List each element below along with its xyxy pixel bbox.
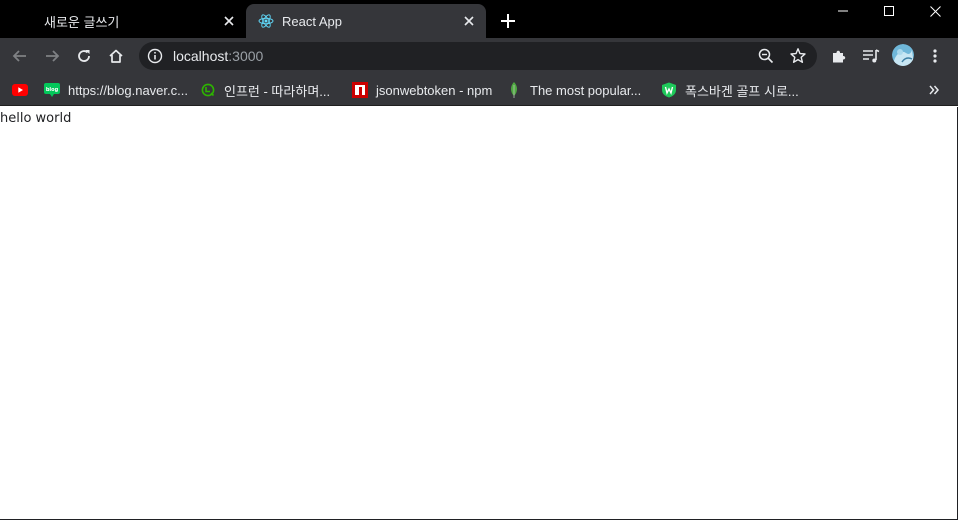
tab-new-post[interactable]: 새로운 글쓰기	[0, 4, 246, 38]
arrow-left-icon	[12, 50, 26, 62]
bookmark-star-icon[interactable]	[789, 47, 807, 65]
bookmark-label: https://blog.naver.c...	[68, 82, 188, 98]
youtube-icon	[12, 82, 28, 98]
tab-react-app[interactable]: React App	[246, 4, 486, 38]
bookmark-mongodb[interactable]: The most popular...	[506, 80, 641, 100]
naver-blog-icon: blog	[44, 82, 60, 98]
close-tab-icon[interactable]	[460, 12, 478, 30]
reload-button[interactable]	[70, 42, 98, 70]
close-tab-icon[interactable]	[220, 12, 238, 30]
forward-button[interactable]	[38, 42, 66, 70]
inflearn-icon	[200, 82, 216, 98]
bookmarks-overflow-button[interactable]	[924, 80, 944, 100]
reload-icon	[78, 50, 90, 62]
address-bar[interactable]: localhost:3000	[139, 42, 817, 70]
minimize-button[interactable]	[820, 0, 866, 22]
minimize-icon	[838, 10, 848, 12]
maximize-button[interactable]	[866, 0, 912, 22]
new-tab-button[interactable]	[498, 11, 518, 31]
info-icon[interactable]	[147, 48, 163, 64]
url-text[interactable]: localhost:3000	[173, 48, 263, 64]
more-vertical-icon	[933, 49, 937, 63]
zoom-icon[interactable]	[757, 47, 775, 65]
close-icon	[929, 5, 941, 17]
bookmark-youtube[interactable]	[12, 80, 28, 100]
shield-icon	[661, 82, 677, 98]
close-window-button[interactable]	[912, 0, 958, 22]
media-control-button[interactable]	[857, 42, 885, 70]
bookmark-label: jsonwebtoken - npm	[376, 82, 493, 98]
bookmark-label: 폭스바겐 골프 시로...	[685, 83, 799, 99]
url-port: :3000	[228, 48, 264, 64]
mongodb-leaf-icon	[506, 82, 522, 98]
bookmark-label: 인프런 - 따라하며...	[224, 83, 331, 99]
svg-text:blog: blog	[46, 87, 59, 93]
tab-title: 새로운 글쓰기	[44, 14, 120, 30]
plus-icon	[501, 14, 515, 28]
double-chevron-right-icon	[929, 85, 939, 95]
npm-icon	[352, 82, 368, 98]
bookmarks-bar: blog https://blog.naver.c... 인프런 - 따라하며.…	[0, 74, 958, 106]
playlist-music-icon	[863, 49, 880, 63]
react-icon	[258, 13, 274, 29]
bookmark-inflearn[interactable]: 인프런 - 따라하며...	[200, 80, 330, 100]
browser-toolbar: localhost:3000	[0, 38, 958, 74]
tab-title: React App	[282, 13, 342, 29]
maximize-icon	[884, 6, 894, 16]
bookmark-volkswagen-golf[interactable]: 폭스바겐 골프 시로...	[661, 80, 799, 100]
bookmark-label: The most popular...	[530, 82, 642, 98]
home-icon	[109, 49, 123, 63]
url-host: localhost	[173, 48, 229, 64]
page-body-text: hello world	[0, 111, 72, 126]
menu-button[interactable]	[921, 42, 949, 70]
arrow-right-icon	[46, 50, 60, 62]
profile-avatar[interactable]	[892, 44, 914, 66]
back-button[interactable]	[6, 42, 34, 70]
puzzle-icon	[833, 50, 846, 63]
bookmark-npm[interactable]: jsonwebtoken - npm	[352, 80, 492, 100]
tab-strip: 새로운 글쓰기 React App	[0, 0, 958, 38]
page-viewport: hello world	[0, 107, 958, 520]
home-button[interactable]	[102, 42, 130, 70]
bookmark-naver-blog[interactable]: blog https://blog.naver.c...	[44, 80, 188, 100]
extensions-button[interactable]	[825, 42, 853, 70]
